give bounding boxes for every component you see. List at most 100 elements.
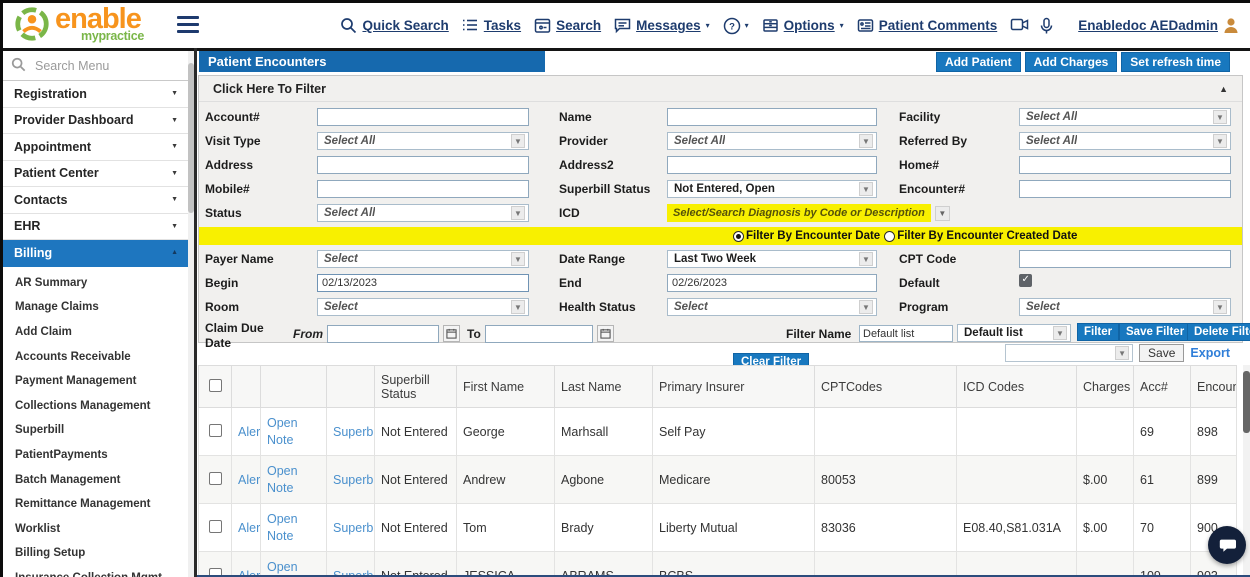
sidebar-item-appointment[interactable]: Appointment▼ xyxy=(3,134,188,161)
tasks-link[interactable]: Tasks xyxy=(462,17,521,34)
video-call-button[interactable] xyxy=(1010,17,1027,34)
open-note-link[interactable]: Open Note xyxy=(267,416,298,446)
account-input[interactable] xyxy=(317,108,529,126)
sidebar-item-add-claim[interactable]: Add Claim xyxy=(3,320,188,345)
sidebar-item-billing-setup[interactable]: Billing Setup xyxy=(3,541,188,566)
filter-button[interactable]: Filter xyxy=(1077,323,1119,341)
calendar-icon[interactable] xyxy=(443,325,460,342)
menu-hamburger-icon[interactable] xyxy=(177,16,199,34)
save-filter-button[interactable]: Save Filter xyxy=(1119,323,1191,341)
begin-date-input[interactable] xyxy=(317,274,529,292)
chevron-down-icon: ▾ xyxy=(706,21,710,30)
sidebar-item-insurance-collection-mgmt[interactable]: Insurance Collection Mgmt xyxy=(3,566,188,577)
program-select[interactable]: Select▼ xyxy=(1019,298,1231,316)
superbill-link[interactable]: Superbill xyxy=(333,473,375,487)
room-select[interactable]: Select▼ xyxy=(317,298,529,316)
alert-link[interactable]: Alert xyxy=(238,521,261,535)
select-all-checkbox[interactable] xyxy=(209,379,222,392)
payer-name-select[interactable]: Select▼ xyxy=(317,250,529,268)
chevron-down-icon[interactable]: ▼ xyxy=(935,206,950,221)
appointment-search-link[interactable]: Search xyxy=(534,17,601,34)
alert-link[interactable]: Alert xyxy=(238,569,261,577)
sidebar-item-billing[interactable]: Billing▲ xyxy=(3,240,188,267)
row-checkbox[interactable] xyxy=(209,520,222,533)
row-checkbox[interactable] xyxy=(209,424,222,437)
add-patient-button[interactable]: Add Patient xyxy=(936,52,1021,72)
primary-insurer-header: Primary Insurer xyxy=(653,366,815,408)
scrollbar-thumb[interactable] xyxy=(1243,371,1250,433)
sidebar-item-manage-claims[interactable]: Manage Claims xyxy=(3,295,188,320)
claim-due-to-input[interactable] xyxy=(485,325,593,343)
superbill-link[interactable]: Superbill xyxy=(333,425,375,439)
name-input[interactable] xyxy=(667,108,877,126)
messages-link[interactable]: Messages ▾ xyxy=(614,17,710,34)
sidebar-item-superbill[interactable]: Superbill xyxy=(3,418,188,443)
claim-due-from-input[interactable] xyxy=(327,325,439,343)
sidebar-item-contacts[interactable]: Contacts▼ xyxy=(3,187,188,214)
primary-insurer-cell: Self Pay xyxy=(653,408,815,456)
sidebar-item-payment-management[interactable]: Payment Management xyxy=(3,369,188,394)
date-range-select[interactable]: Last Two Week▼ xyxy=(667,250,877,268)
chat-fab-button[interactable] xyxy=(1208,526,1246,564)
cpt-code-input[interactable] xyxy=(1019,250,1231,268)
filter-by-encounter-date-radio[interactable] xyxy=(733,231,744,242)
sidebar-item-patientpayments[interactable]: PatientPayments xyxy=(3,443,188,468)
alert-link[interactable]: Alert xyxy=(238,425,261,439)
mobile-input[interactable] xyxy=(317,180,529,198)
status-label: Status xyxy=(205,206,317,220)
filter-by-encounter-created-date-radio[interactable] xyxy=(884,231,895,242)
row-checkbox[interactable] xyxy=(209,472,222,485)
sidebar-item-patient-center[interactable]: Patient Center▼ xyxy=(3,161,188,188)
health-status-select[interactable]: Select▼ xyxy=(667,298,877,316)
superbill-status-select[interactable]: Not Entered, Open▼ xyxy=(667,180,877,198)
address2-input[interactable] xyxy=(667,156,877,174)
visit-type-select[interactable]: Select All▼ xyxy=(317,132,529,150)
quick-search-link[interactable]: Quick Search xyxy=(340,17,448,34)
microphone-button[interactable] xyxy=(1040,17,1057,34)
sidebar-search-input[interactable] xyxy=(35,59,165,73)
saved-filter-select[interactable]: Default list▼ xyxy=(957,324,1071,342)
add-charges-button[interactable]: Add Charges xyxy=(1025,52,1118,72)
open-note-link[interactable]: Open Note xyxy=(267,464,298,494)
default-checkbox[interactable] xyxy=(1019,274,1032,287)
sidebar-item-registration[interactable]: Registration▼ xyxy=(3,81,188,108)
filter-panel-toggle[interactable]: Click Here To Filter ▲ xyxy=(199,76,1242,102)
help-menu[interactable]: ? ▾ xyxy=(723,17,749,34)
sidebar-item-worklist[interactable]: Worklist xyxy=(3,516,188,541)
sidebar-item-accounts-receivable[interactable]: Accounts Receivable xyxy=(3,344,188,369)
export-link[interactable]: Export xyxy=(1190,346,1230,360)
options-menu[interactable]: Options ▾ xyxy=(762,17,844,34)
alert-link[interactable]: Alert xyxy=(238,473,261,487)
row-checkbox[interactable] xyxy=(209,568,222,577)
referred-by-select[interactable]: Select All▼ xyxy=(1019,132,1231,150)
set-refresh-time-button[interactable]: Set refresh time xyxy=(1121,52,1230,72)
delete-filter-button[interactable]: Delete Filter xyxy=(1187,323,1250,341)
calendar-icon[interactable] xyxy=(597,325,614,342)
status-select[interactable]: Select All▼ xyxy=(317,204,529,222)
encounter-input[interactable] xyxy=(1019,180,1231,198)
open-note-link[interactable]: Open Note xyxy=(267,512,298,542)
superbill-link[interactable]: Superbill xyxy=(333,569,375,577)
options-cabinet-icon xyxy=(762,17,779,34)
user-account-menu[interactable]: Enabledoc AEDadmin xyxy=(1078,17,1240,34)
chevron-down-icon: ▼ xyxy=(171,223,178,230)
sidebar-scrollbar[interactable] xyxy=(188,48,194,577)
filter-name-input[interactable] xyxy=(859,325,953,342)
open-note-link[interactable]: Open Note xyxy=(267,560,298,577)
superbill-link[interactable]: Superbill xyxy=(333,521,375,535)
icd-search-field[interactable]: Select/Search Diagnosis by Code or Descr… xyxy=(667,204,931,222)
home-input[interactable] xyxy=(1019,156,1231,174)
provider-select[interactable]: Select All▼ xyxy=(667,132,877,150)
patient-comments-link[interactable]: Patient Comments xyxy=(857,17,998,34)
facility-select[interactable]: Select All▼ xyxy=(1019,108,1231,126)
save-button[interactable]: Save xyxy=(1139,344,1184,362)
sidebar-item-collections-management[interactable]: Collections Management xyxy=(3,393,188,418)
end-date-input[interactable] xyxy=(667,274,877,292)
address-input[interactable] xyxy=(317,156,529,174)
sidebar-item-ehr[interactable]: EHR▼ xyxy=(3,214,188,241)
sidebar-item-remittance-management[interactable]: Remittance Management xyxy=(3,492,188,517)
sidebar-item-ar-summary[interactable]: AR Summary xyxy=(3,271,188,296)
sidebar-item-batch-management[interactable]: Batch Management xyxy=(3,467,188,492)
sidebar-item-provider-dashboard[interactable]: Provider Dashboard▼ xyxy=(3,108,188,135)
export-format-select[interactable]: ▼ xyxy=(1005,344,1133,362)
